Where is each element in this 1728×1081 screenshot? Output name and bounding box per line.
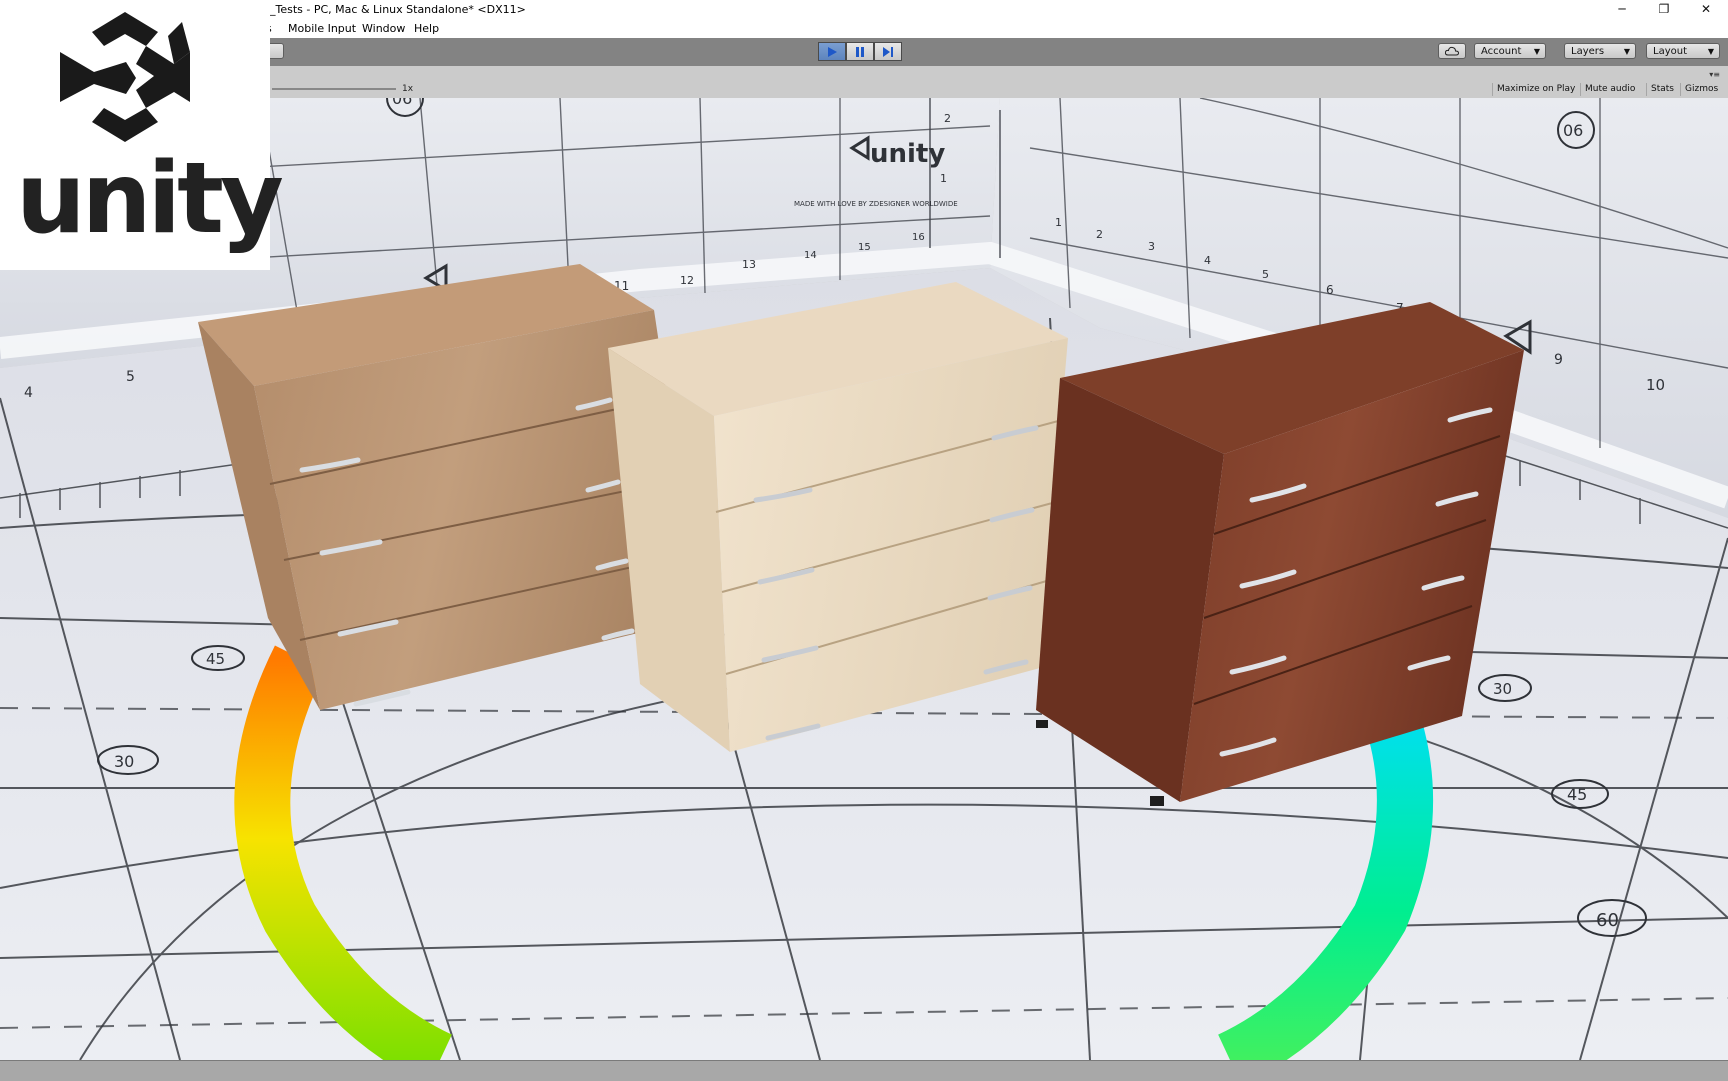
- scene-label: 9: [1554, 352, 1563, 368]
- restore-button[interactable]: ❐: [1646, 0, 1682, 20]
- scene-label: 6: [1326, 283, 1334, 297]
- maximize-on-play-button[interactable]: Maximize on Play: [1492, 83, 1579, 96]
- cloud-button[interactable]: [1438, 43, 1466, 59]
- scene-label: 16: [912, 232, 925, 243]
- scene-label: 3: [1148, 240, 1155, 253]
- account-dropdown[interactable]: Account ▼: [1474, 43, 1546, 59]
- gizmos-dropdown[interactable]: Gizmos: [1680, 83, 1722, 96]
- minimize-button[interactable]: ─: [1604, 0, 1640, 20]
- cloud-icon: [1445, 46, 1459, 56]
- scene-label: 5: [1262, 268, 1269, 281]
- layout-label: Layout: [1653, 46, 1687, 57]
- scene-label: 4: [1204, 254, 1211, 267]
- scale-slider[interactable]: [272, 88, 396, 90]
- step-button[interactable]: [874, 42, 902, 61]
- play-icon: [828, 46, 837, 57]
- scene-label: 5: [126, 369, 135, 385]
- scene-label: 60: [1596, 910, 1619, 931]
- scene-label: 13: [742, 258, 756, 271]
- unity-wordmark: unity: [16, 142, 284, 256]
- stats-button[interactable]: Stats: [1646, 83, 1678, 96]
- status-bar: [0, 1060, 1728, 1081]
- menu-item-help[interactable]: Help: [414, 22, 439, 35]
- scene-label: 30: [114, 752, 134, 771]
- scene-label: 2: [944, 112, 951, 125]
- chevron-down-icon: ▼: [1707, 47, 1714, 56]
- scene-label: 30: [1493, 680, 1512, 698]
- wall-subtext: MADE WITH LOVE BY ZDESIGNER WORLDWIDE: [794, 200, 958, 208]
- layers-dropdown[interactable]: Layers ▼: [1564, 43, 1636, 59]
- panel-menu-icon[interactable]: ▾≡: [1709, 70, 1720, 79]
- scene-label: 1: [1055, 216, 1062, 229]
- close-button[interactable]: ✕: [1688, 0, 1724, 20]
- scene-label: 14: [804, 250, 817, 261]
- mute-audio-button[interactable]: Mute audio: [1580, 83, 1639, 96]
- layout-dropdown[interactable]: Layout ▼: [1646, 43, 1720, 59]
- menu-item-mobile-input[interactable]: Mobile Input: [288, 22, 356, 35]
- scene-label: 45: [206, 650, 225, 668]
- account-label: Account: [1481, 46, 1522, 57]
- scene-label: 06: [392, 98, 412, 108]
- scene-label: 4: [24, 385, 33, 401]
- chevron-down-icon: ▼: [1533, 47, 1540, 56]
- scene-label: 15: [858, 242, 871, 253]
- play-controls: [818, 42, 902, 61]
- scene-label: 1: [940, 172, 947, 185]
- step-icon: [883, 46, 893, 57]
- scene-label: 10: [1646, 376, 1665, 394]
- play-button[interactable]: [818, 42, 846, 61]
- wall-logo-text: unity: [870, 139, 945, 169]
- pause-icon: [856, 46, 864, 57]
- scene-label: 12: [680, 274, 694, 287]
- unity-logo: unity: [0, 0, 284, 270]
- menu-item-window[interactable]: Window: [362, 22, 405, 35]
- unity-cube-icon: [60, 12, 190, 142]
- scale-label: 1x: [402, 84, 414, 94]
- scene-label: 45: [1567, 785, 1587, 804]
- scene-label: 2: [1096, 228, 1103, 241]
- window-title: _Tests - PC, Mac & Linux Standalone* <DX…: [270, 3, 526, 16]
- scene-label: 06: [1563, 121, 1583, 140]
- layers-label: Layers: [1571, 46, 1605, 57]
- chevron-down-icon: ▼: [1623, 47, 1630, 56]
- pause-button[interactable]: [846, 42, 874, 61]
